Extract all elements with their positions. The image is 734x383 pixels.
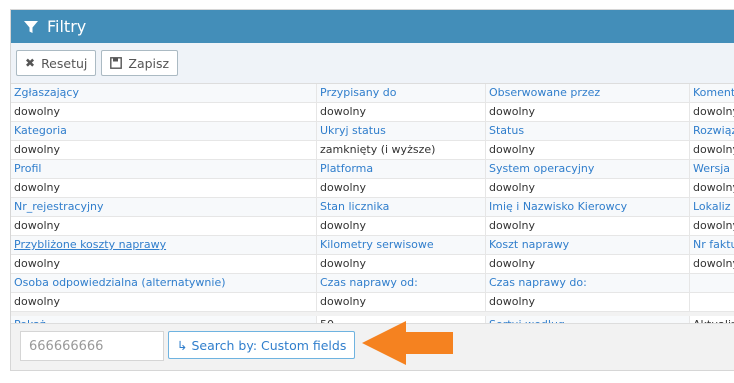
filter-value: dowolny <box>317 217 486 235</box>
filter-value: dowolny <box>11 103 317 121</box>
filter-value: dowolny <box>693 143 734 156</box>
filter-label <box>690 274 734 292</box>
save-button[interactable]: Zapisz <box>101 50 179 76</box>
filter-panel: Filtry ✖ Resetuj Zapisz Zgłaszający Przy… <box>10 9 734 371</box>
filter-value: dowolny <box>486 293 690 311</box>
filter-label[interactable]: Osoba odpowiedzialna (alternatywnie) <box>11 274 317 292</box>
filter-label[interactable]: Platforma <box>317 160 486 178</box>
filter-value: dowolny <box>693 219 734 232</box>
filter-label-row: Kategoria Ukryj status Status Rozwiąz <box>11 122 734 141</box>
filter-value-row: dowolny dowolny dowolny dowolny <box>11 255 734 274</box>
panel-title: Filtry <box>47 17 87 36</box>
filter-grid: Zgłaszający Przypisany do Obserwowane pr… <box>11 84 734 335</box>
filter-label[interactable]: Zgłaszający <box>11 84 317 102</box>
filter-label[interactable]: Obserwowane przez <box>486 84 690 102</box>
filter-value: dowolny <box>317 255 486 273</box>
filter-value: dowolny <box>11 255 317 273</box>
reset-label: Resetuj <box>41 55 88 71</box>
filter-label[interactable]: Stan licznika <box>317 198 486 216</box>
reset-button[interactable]: ✖ Resetuj <box>16 50 97 76</box>
filter-value: zamknięty (i wyższe) <box>317 141 486 159</box>
filter-value: dowolny <box>486 179 690 197</box>
filter-label[interactable]: Czas naprawy od: <box>317 274 486 292</box>
filter-value: dowolny <box>486 255 690 273</box>
filter-label[interactable]: Profil <box>11 160 317 178</box>
filter-label[interactable]: Przybliżone koszty naprawy <box>11 236 317 254</box>
filter-label-row: Nr_rejestracyjny Stan licznika Imię i Na… <box>11 198 734 217</box>
arrow-left-icon <box>362 321 453 365</box>
filter-value: dowolny <box>11 217 317 235</box>
filter-label[interactable]: Kilometry serwisowe <box>317 236 486 254</box>
filter-label-row: Przybliżone koszty naprawy Kilometry ser… <box>11 236 734 255</box>
level-down-icon: ↳ <box>177 337 188 353</box>
filter-value-row: dowolny dowolny dowolny dowolny <box>11 217 734 236</box>
filter-value: dowolny <box>486 217 690 235</box>
filter-value: dowolny <box>693 257 734 270</box>
filter-value: dowolny <box>11 141 317 159</box>
floppy-icon <box>110 57 123 69</box>
filter-value: dowolny <box>317 293 486 311</box>
filter-label[interactable]: Komenta <box>690 84 734 102</box>
filter-value: dowolny <box>317 179 486 197</box>
filter-label[interactable]: Koszt naprawy <box>486 236 690 254</box>
filter-label[interactable]: Czas naprawy do: <box>486 274 690 292</box>
filter-label[interactable]: Nr_rejestracyjny <box>11 198 317 216</box>
filter-icon <box>24 20 38 33</box>
filter-value: dowolny <box>486 141 690 159</box>
filter-label[interactable]: Ukryj status <box>317 122 486 140</box>
filter-label[interactable]: Status <box>486 122 690 140</box>
filter-value: dowolny <box>317 103 486 121</box>
panel-header: Filtry <box>11 10 734 43</box>
toolbar: ✖ Resetuj Zapisz <box>11 43 734 84</box>
search-button-label: Search by: Custom fields <box>191 337 347 353</box>
search-input[interactable] <box>20 331 164 361</box>
filter-label-row: Zgłaszający Przypisany do Obserwowane pr… <box>11 84 734 103</box>
filter-label[interactable]: Kategoria <box>11 122 317 140</box>
filter-value-row: dowolny dowolny dowolny <box>11 293 734 312</box>
close-icon: ✖ <box>25 56 36 70</box>
search-custom-fields-button[interactable]: ↳ Search by: Custom fields <box>168 331 356 359</box>
filter-value-row: dowolny dowolny dowolny dowolny <box>11 103 734 122</box>
filter-label[interactable]: Przypisany do <box>317 84 486 102</box>
filter-value-row: dowolny dowolny dowolny dowolny <box>11 179 734 198</box>
filter-label[interactable]: Nr faktu <box>690 236 734 254</box>
filter-label-row: Profil Platforma System operacyjny Wersj… <box>11 160 734 179</box>
filter-value-row: dowolny zamknięty (i wyższe) dowolny dow… <box>11 141 734 160</box>
filter-label[interactable]: Lokaliz <box>690 198 734 216</box>
filter-value: dowolny <box>11 179 317 197</box>
filter-value <box>690 293 734 311</box>
filter-value: dowolny <box>486 103 690 121</box>
filter-label[interactable]: Wersja s <box>690 160 734 178</box>
filter-label[interactable]: Rozwiąz <box>690 122 734 140</box>
filter-value: dowolny <box>693 105 734 118</box>
filter-label-row: Osoba odpowiedzialna (alternatywnie) Cza… <box>11 274 734 293</box>
filter-label[interactable]: System operacyjny <box>486 160 690 178</box>
save-label: Zapisz <box>128 55 170 71</box>
filter-value: dowolny <box>11 293 317 311</box>
filter-label[interactable]: Imię i Nazwisko Kierowcy <box>486 198 690 216</box>
filter-value: dowolny <box>693 181 734 194</box>
